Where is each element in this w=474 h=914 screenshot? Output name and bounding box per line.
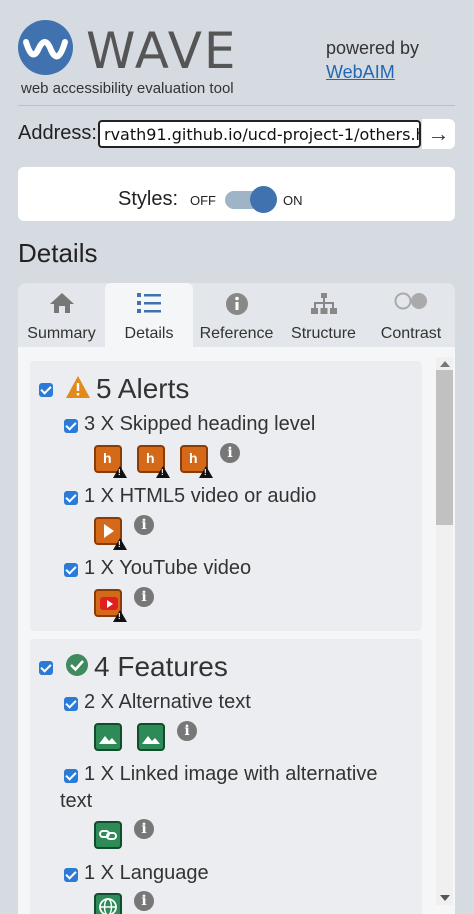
contrast-icon [394,292,428,315]
features-checkbox[interactable] [39,661,53,675]
divider [18,105,455,106]
features-title: 4 Features [94,651,228,682]
powered-by-text: powered by [326,38,420,58]
tab-contrast[interactable]: Contrast [367,283,455,347]
alt-text-image-icon[interactable] [94,723,122,751]
feature-item-checkbox[interactable] [64,868,78,882]
styles-toggle-box: Styles: OFF ON [18,167,455,221]
tab-bar: Summary Details Reference Structure Cont… [18,283,455,347]
tab-reference[interactable]: Reference [193,283,280,347]
home-icon [49,292,75,319]
go-arrow-button[interactable]: → [422,119,455,149]
webaim-link[interactable]: WebAIM [326,62,395,83]
feature-item-label: 2 X Alternative text [84,691,251,713]
alert-triangle-icon [65,375,91,404]
alert-item-label: 1 X HTML5 video or audio [84,485,317,507]
skipped-heading-icon[interactable]: h [137,445,170,478]
header: WAVE web accessibility evaluation tool p… [0,0,474,105]
alt-text-image-icon[interactable] [137,723,165,751]
feature-item-checkbox[interactable] [64,769,78,783]
features-card: 4 Features 2 X Alternative text i 1 X Li… [30,639,422,914]
feature-item-label-line1: 1 X Linked image with alternative [84,763,378,785]
info-icon[interactable]: i [134,819,154,839]
info-icon[interactable]: i [177,721,197,741]
skipped-heading-icon[interactable]: h [180,445,213,478]
tab-structure[interactable]: Structure [280,283,367,347]
tab-details[interactable]: Details [105,283,193,347]
scrollbar[interactable] [436,357,453,905]
styles-off-label: OFF [190,193,216,208]
tagline: web accessibility evaluation tool [21,80,234,97]
styles-label: Styles: [118,188,179,210]
info-icon[interactable]: i [134,587,154,607]
youtube-video-icon[interactable] [94,589,127,622]
tab-summary[interactable]: Summary [18,283,105,347]
alerts-checkbox[interactable] [39,383,53,397]
alerts-title: 5 Alerts [96,373,190,404]
styles-on-label: ON [283,193,303,208]
hierarchy-icon [310,292,337,321]
arrow-right-icon: → [427,121,450,146]
scroll-down-icon[interactable] [440,895,450,901]
language-icon[interactable] [94,893,122,914]
feature-item-label-line2: text [60,790,93,812]
wave-logo-icon [18,20,73,75]
skipped-heading-icon[interactable]: h [94,445,127,478]
alert-item-checkbox[interactable] [64,563,78,577]
styles-toggle-knob[interactable] [250,186,277,213]
address-input[interactable]: rvath91.github.io/ucd-project-1/others.h… [98,120,421,148]
feature-item-checkbox[interactable] [64,697,78,711]
scrollbar-thumb[interactable] [436,370,453,525]
list-icon [136,292,162,319]
brand-name: WAVE [86,22,238,80]
feature-item-label: 1 X Language [84,862,209,884]
address-label: Address: [18,122,97,144]
alert-item-label: 3 X Skipped heading level [84,413,316,435]
info-icon [225,292,249,321]
page-title: Details [18,238,98,268]
alerts-card: 5 Alerts 3 X Skipped heading level h h h… [30,361,422,631]
details-panel: 5 Alerts 3 X Skipped heading level h h h… [18,347,455,914]
info-icon[interactable]: i [134,891,154,911]
info-icon[interactable]: i [220,443,240,463]
alert-item-label: 1 X YouTube video [84,557,252,579]
info-icon[interactable]: i [134,515,154,535]
scroll-up-icon[interactable] [440,361,450,367]
check-circle-icon [65,653,89,682]
linked-image-icon[interactable] [94,821,122,849]
alert-item-checkbox[interactable] [64,419,78,433]
alert-item-checkbox[interactable] [64,491,78,505]
html5-video-icon[interactable] [94,517,127,550]
